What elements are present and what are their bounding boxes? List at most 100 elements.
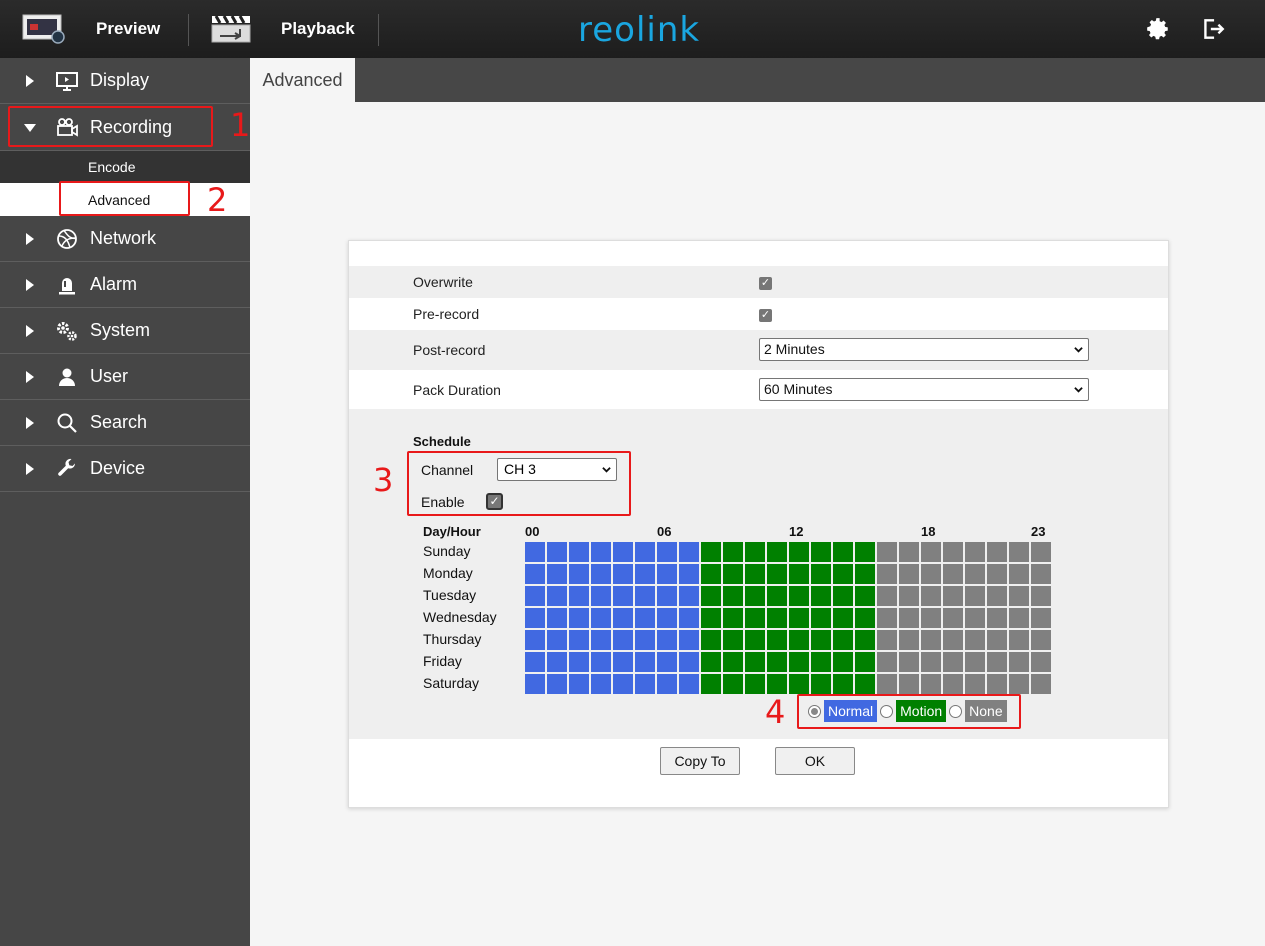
schedule-cell[interactable] (789, 630, 809, 650)
schedule-cell[interactable] (723, 608, 743, 628)
schedule-cell[interactable] (635, 630, 655, 650)
schedule-cell[interactable] (789, 674, 809, 694)
schedule-cell[interactable] (943, 652, 963, 672)
schedule-cell[interactable] (767, 652, 787, 672)
schedule-cell[interactable] (767, 608, 787, 628)
schedule-cell[interactable] (877, 564, 897, 584)
schedule-cell[interactable] (745, 542, 765, 562)
schedule-cell[interactable] (745, 608, 765, 628)
schedule-cell[interactable] (591, 586, 611, 606)
schedule-cell[interactable] (525, 586, 545, 606)
schedule-cell[interactable] (921, 674, 941, 694)
schedule-cell[interactable] (987, 608, 1007, 628)
schedule-cell[interactable] (1009, 564, 1029, 584)
channel-select[interactable]: CH 3 (497, 458, 617, 481)
schedule-cell[interactable] (833, 542, 853, 562)
schedule-cell[interactable] (657, 542, 677, 562)
normal-radio[interactable] (808, 704, 821, 718)
schedule-cell[interactable] (877, 674, 897, 694)
schedule-cell[interactable] (701, 674, 721, 694)
schedule-cell[interactable] (525, 542, 545, 562)
schedule-cell[interactable] (965, 630, 985, 650)
schedule-cell[interactable] (877, 586, 897, 606)
schedule-cell[interactable] (723, 674, 743, 694)
schedule-cell[interactable] (855, 586, 875, 606)
schedule-cell[interactable] (547, 630, 567, 650)
schedule-cell[interactable] (877, 542, 897, 562)
schedule-cell[interactable] (877, 652, 897, 672)
schedule-cell[interactable] (833, 630, 853, 650)
schedule-cell[interactable] (1031, 542, 1051, 562)
schedule-cell[interactable] (943, 630, 963, 650)
schedule-cell[interactable] (877, 630, 897, 650)
schedule-cell[interactable] (657, 586, 677, 606)
schedule-cell[interactable] (855, 564, 875, 584)
schedule-cell[interactable] (789, 608, 809, 628)
schedule-cell[interactable] (833, 564, 853, 584)
schedule-cell[interactable] (679, 652, 699, 672)
schedule-cell[interactable] (789, 542, 809, 562)
schedule-cell[interactable] (833, 674, 853, 694)
schedule-cell[interactable] (723, 586, 743, 606)
schedule-cell[interactable] (613, 608, 633, 628)
gear-icon[interactable] (1145, 16, 1171, 42)
playback-button[interactable]: Playback (210, 0, 355, 58)
schedule-cell[interactable] (965, 586, 985, 606)
schedule-cell[interactable] (679, 586, 699, 606)
schedule-cell[interactable] (1009, 608, 1029, 628)
schedule-cell[interactable] (613, 630, 633, 650)
schedule-cell[interactable] (1031, 586, 1051, 606)
schedule-cell[interactable] (701, 630, 721, 650)
schedule-cell[interactable] (921, 542, 941, 562)
schedule-cell[interactable] (899, 608, 919, 628)
schedule-cell[interactable] (635, 608, 655, 628)
schedule-cell[interactable] (767, 564, 787, 584)
schedule-cell[interactable] (899, 564, 919, 584)
prerecord-checkbox[interactable]: ✓ (759, 309, 772, 322)
preview-button[interactable]: Preview (20, 0, 160, 58)
schedule-cell[interactable] (767, 674, 787, 694)
schedule-cell[interactable] (965, 652, 985, 672)
schedule-cell[interactable] (591, 564, 611, 584)
schedule-cell[interactable] (767, 630, 787, 650)
schedule-cell[interactable] (613, 564, 633, 584)
schedule-cell[interactable] (745, 586, 765, 606)
schedule-cell[interactable] (657, 608, 677, 628)
schedule-cell[interactable] (987, 674, 1007, 694)
schedule-cell[interactable] (1009, 586, 1029, 606)
schedule-cell[interactable] (679, 608, 699, 628)
schedule-cell[interactable] (987, 542, 1007, 562)
schedule-cell[interactable] (1031, 608, 1051, 628)
schedule-cell[interactable] (1031, 674, 1051, 694)
schedule-cell[interactable] (723, 652, 743, 672)
schedule-cell[interactable] (855, 542, 875, 562)
sidebar-item-recording[interactable]: Recording (0, 104, 250, 150)
schedule-cell[interactable] (987, 586, 1007, 606)
sidebar-item-device[interactable]: Device (0, 446, 250, 492)
schedule-cell[interactable] (987, 564, 1007, 584)
schedule-cell[interactable] (745, 674, 765, 694)
schedule-cell[interactable] (525, 564, 545, 584)
schedule-cell[interactable] (855, 608, 875, 628)
schedule-cell[interactable] (745, 564, 765, 584)
schedule-cell[interactable] (547, 608, 567, 628)
schedule-cell[interactable] (635, 564, 655, 584)
schedule-cell[interactable] (547, 564, 567, 584)
schedule-cell[interactable] (591, 630, 611, 650)
schedule-cell[interactable] (943, 542, 963, 562)
schedule-cell[interactable] (569, 630, 589, 650)
schedule-cell[interactable] (987, 630, 1007, 650)
schedule-cell[interactable] (921, 608, 941, 628)
schedule-cell[interactable] (789, 564, 809, 584)
schedule-cell[interactable] (679, 674, 699, 694)
sidebar-item-alarm[interactable]: Alarm (0, 262, 250, 308)
schedule-cell[interactable] (635, 652, 655, 672)
schedule-cell[interactable] (547, 542, 567, 562)
schedule-cell[interactable] (789, 586, 809, 606)
schedule-cell[interactable] (811, 674, 831, 694)
schedule-cell[interactable] (899, 674, 919, 694)
schedule-cell[interactable] (723, 630, 743, 650)
schedule-cell[interactable] (569, 586, 589, 606)
schedule-cell[interactable] (569, 564, 589, 584)
schedule-cell[interactable] (833, 586, 853, 606)
